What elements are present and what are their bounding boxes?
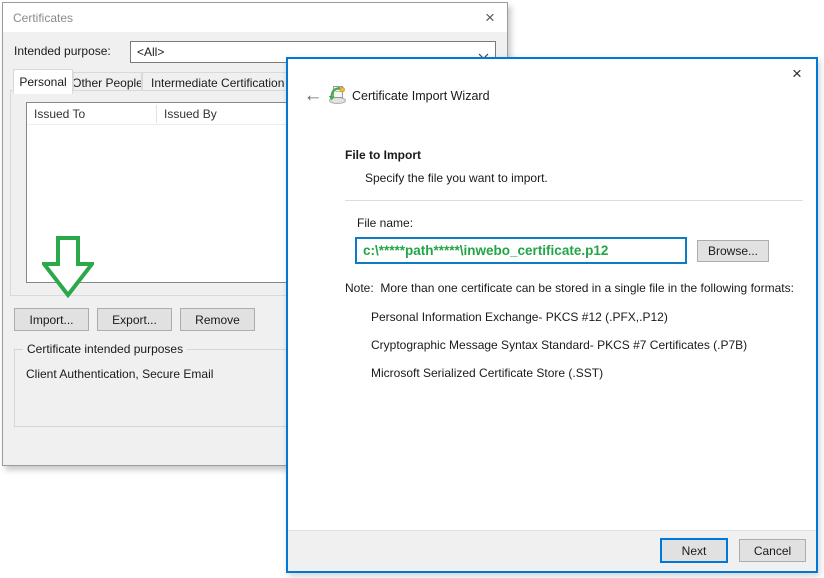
groupbox-legend: Certificate intended purposes [23,342,187,356]
green-down-arrow-annotation [42,236,94,298]
wizard-footer [288,530,816,571]
certificate-import-wizard-icon [328,85,347,104]
column-header-issued-to[interactable]: Issued To [34,107,85,121]
tab-personal[interactable]: Personal [13,69,73,94]
intended-purposes-value: Client Authentication, Secure Email [26,367,213,381]
back-arrow-icon[interactable]: ← [300,83,326,109]
note-text: Note: More than one certificate can be s… [345,281,794,295]
export-button[interactable]: Export... [97,308,172,331]
certificate-import-wizard-dialog: × ← Certificate Import Wizard File to Im… [286,57,818,573]
file-name-input[interactable] [355,237,687,264]
intended-purpose-value: <All> [137,45,164,59]
column-divider [156,105,157,123]
page-subheading: Specify the file you want to import. [365,171,548,185]
page-heading: File to Import [345,148,421,162]
remove-button[interactable]: Remove [180,308,255,331]
close-icon[interactable]: × [782,61,812,87]
format-item: Microsoft Serialized Certificate Store (… [371,366,603,380]
tab-label: Other People [73,76,142,90]
certificates-title: Certificates [3,11,73,25]
intended-purpose-label: Intended purpose: [14,44,111,58]
browse-button[interactable]: Browse... [697,240,769,262]
wizard-title: Certificate Import Wizard [352,89,490,103]
file-name-label: File name: [357,216,413,230]
format-item: Personal Information Exchange- PKCS #12 … [371,310,668,324]
column-header-issued-by[interactable]: Issued By [164,107,217,121]
format-item: Cryptographic Message Syntax Standard- P… [371,338,747,352]
cancel-button[interactable]: Cancel [739,539,806,562]
tab-label: Personal [19,75,66,89]
separator [345,200,803,201]
screen: Certificates × Intended purpose: <All> P… [0,0,824,578]
next-button[interactable]: Next [660,538,728,563]
import-button[interactable]: Import... [14,308,89,331]
tab-label: Intermediate Certification A [151,76,295,90]
certificates-titlebar: Certificates × [3,3,507,32]
close-icon[interactable]: × [473,3,507,32]
